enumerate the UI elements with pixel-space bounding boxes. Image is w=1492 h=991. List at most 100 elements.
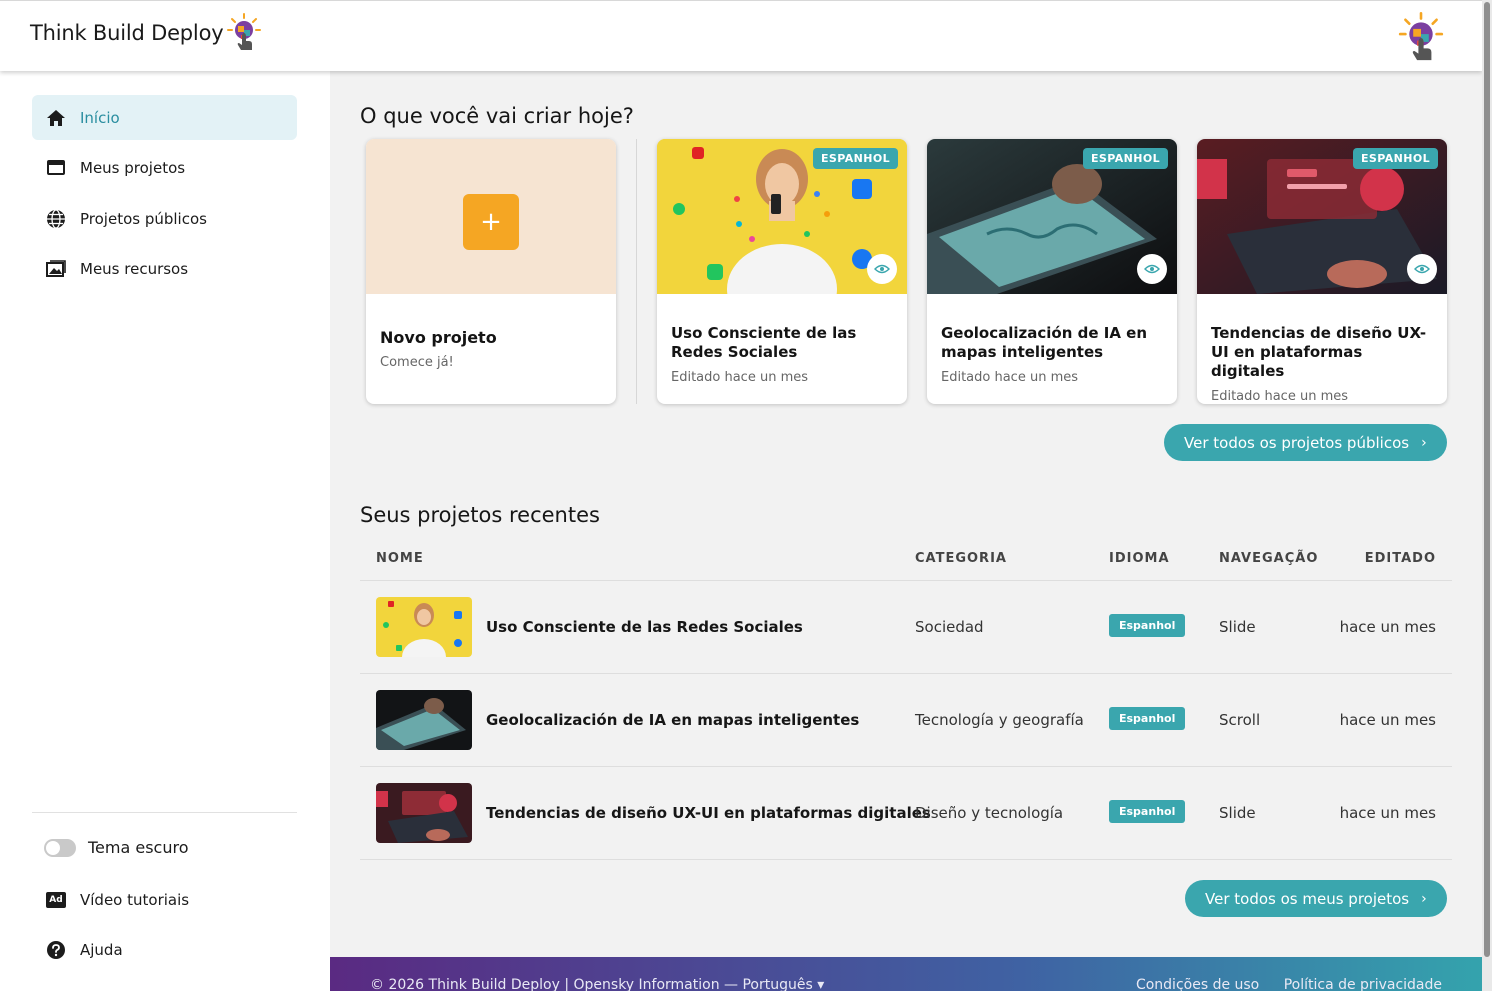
cards-divider xyxy=(636,139,637,404)
row-thumbnail xyxy=(376,597,472,657)
brand[interactable]: Think Build Deploy xyxy=(30,13,262,53)
sidebar-divider xyxy=(32,812,297,813)
table-row[interactable]: Geolocalización de IA en mapas inteligen… xyxy=(360,674,1452,767)
home-icon xyxy=(46,108,66,128)
top-header: Think Build Deploy xyxy=(0,0,1482,71)
language-selector-label: Português xyxy=(742,977,813,991)
brand-name: Think Build Deploy xyxy=(30,21,224,45)
caret-down-icon: ▾ xyxy=(817,977,825,991)
see-all-my-projects-button[interactable]: Ver todos os meus projetos › xyxy=(1185,880,1447,917)
footer-copyright: © 2026 Think Build Deploy | Opensky Info… xyxy=(370,977,824,991)
row-language-badge: Espanhol xyxy=(1109,800,1186,823)
row-edited: hace un mes xyxy=(1339,711,1436,729)
row-thumbnail xyxy=(376,690,472,750)
recent-projects-table: NOME CATEGORIA IDIOMA NAVEGAÇÃO EDITADO … xyxy=(360,537,1452,860)
project-thumbnail: ESPANHOL xyxy=(1197,139,1447,294)
language-badge: ESPANHOL xyxy=(1353,148,1438,169)
column-header-category[interactable]: CATEGORIA xyxy=(915,551,1007,566)
card-title: Geolocalización de IA en mapas inteligen… xyxy=(941,324,1148,361)
help-icon xyxy=(46,940,66,960)
sidebar: Início Meus projetos Projetos públicos M… xyxy=(0,71,330,991)
sidebar-item-label: Meus recursos xyxy=(80,259,189,278)
row-navigation: Slide xyxy=(1219,804,1256,822)
video-ad-icon-text: Ad xyxy=(46,891,66,908)
language-badge: ESPANHOL xyxy=(1083,148,1168,169)
copyright-text: © 2026 Think Build Deploy | Opensky Info… xyxy=(370,977,739,991)
row-navigation: Slide xyxy=(1219,618,1256,636)
column-header-navigation[interactable]: NAVEGAÇÃO xyxy=(1219,551,1318,566)
page-scrollbar[interactable] xyxy=(1482,0,1492,991)
project-card[interactable]: ESPANHOL Tendencias de diseño UX-UI en p… xyxy=(1197,139,1447,404)
sidebar-item-video-tutoriais[interactable]: Ad Vídeo tutoriais xyxy=(32,877,297,922)
card-title: Uso Consciente de las Redes Sociales xyxy=(671,324,857,361)
project-thumbnail: ESPANHOL xyxy=(657,139,907,294)
sidebar-item-meus-projetos[interactable]: Meus projetos xyxy=(32,145,297,190)
row-edited: hace un mes xyxy=(1339,804,1436,822)
row-category: Diseño y tecnología xyxy=(915,804,1064,822)
row-language-badge: Espanhol xyxy=(1109,707,1186,730)
sidebar-item-inicio[interactable]: Início xyxy=(32,95,297,140)
table-row[interactable]: Tendencias de diseño UX-UI en plataforma… xyxy=(360,767,1452,860)
lightbulb-logo-icon xyxy=(227,13,262,53)
video-ad-icon: Ad xyxy=(46,890,66,910)
eye-icon[interactable] xyxy=(867,254,897,284)
dark-theme-toggle[interactable]: Tema escuro xyxy=(32,825,297,870)
row-category: Sociedad xyxy=(915,618,984,636)
window-icon xyxy=(46,158,66,178)
card-subtitle: Comece já! xyxy=(380,355,454,370)
language-selector[interactable]: Português ▾ xyxy=(742,977,824,991)
sidebar-item-label: Projetos públicos xyxy=(80,209,207,228)
terms-link[interactable]: Condições de uso xyxy=(1136,977,1259,991)
sidebar-item-ajuda[interactable]: Ajuda xyxy=(32,927,297,972)
eye-icon[interactable] xyxy=(1137,254,1167,284)
main-content: O que você vai criar hoje? + Novo projet… xyxy=(330,71,1482,957)
dark-theme-label: Tema escuro xyxy=(88,838,189,857)
plus-button[interactable]: + xyxy=(463,194,519,250)
button-label: Ver todos os meus projetos xyxy=(1205,889,1410,908)
row-edited: hace un mes xyxy=(1339,618,1436,636)
row-name[interactable]: Tendencias de diseño UX-UI en plataforma… xyxy=(486,804,931,822)
create-title: O que você vai criar hoje? xyxy=(360,104,634,128)
sidebar-item-meus-recursos[interactable]: Meus recursos xyxy=(32,246,297,291)
column-header-edited[interactable]: EDITADO xyxy=(1365,551,1436,566)
row-navigation: Scroll xyxy=(1219,711,1261,729)
language-badge: ESPANHOL xyxy=(813,148,898,169)
button-label: Ver todos os projetos públicos xyxy=(1184,433,1410,452)
project-thumbnail: ESPANHOL xyxy=(927,139,1177,294)
card-subtitle: Editado hace un mes xyxy=(941,370,1079,385)
card-subtitle: Editado hace un mes xyxy=(1211,389,1349,404)
card-title: Novo projeto xyxy=(380,328,497,347)
row-category: Tecnología y geografía xyxy=(915,711,1084,729)
chevron-right-icon: › xyxy=(1421,434,1427,451)
toggle-switch[interactable] xyxy=(44,838,76,857)
new-project-thumb: + xyxy=(366,139,616,294)
eye-icon[interactable] xyxy=(1407,254,1437,284)
card-subtitle: Editado hace un mes xyxy=(671,370,809,385)
row-language-badge: Espanhol xyxy=(1109,614,1186,637)
new-project-card[interactable]: + Novo projeto Comece já! xyxy=(366,139,616,404)
sidebar-item-label: Início xyxy=(80,108,120,127)
column-header-name[interactable]: NOME xyxy=(376,551,424,566)
globe-icon xyxy=(46,208,66,229)
sidebar-item-label: Vídeo tutoriais xyxy=(80,890,190,909)
footer: © 2026 Think Build Deploy | Opensky Info… xyxy=(330,957,1482,991)
row-name[interactable]: Uso Consciente de las Redes Sociales xyxy=(486,618,803,636)
header-logo-icon[interactable] xyxy=(1398,12,1444,64)
column-header-language[interactable]: IDIOMA xyxy=(1109,551,1170,566)
project-card[interactable]: ESPANHOL Geolocalización de IA en mapas … xyxy=(927,139,1177,404)
row-name[interactable]: Geolocalización de IA en mapas inteligen… xyxy=(486,711,859,729)
project-card[interactable]: ESPANHOL Uso Consciente de las Redes Soc… xyxy=(657,139,907,404)
privacy-link[interactable]: Política de privacidade xyxy=(1284,977,1442,991)
image-icon xyxy=(46,259,66,279)
footer-links: Condições de uso Política de privacidade xyxy=(1116,977,1442,991)
sidebar-item-label: Meus projetos xyxy=(80,158,186,177)
sidebar-item-label: Ajuda xyxy=(80,940,123,959)
table-header: NOME CATEGORIA IDIOMA NAVEGAÇÃO EDITADO xyxy=(360,537,1452,581)
row-thumbnail xyxy=(376,783,472,843)
scrollbar-thumb[interactable] xyxy=(1484,2,1490,957)
chevron-right-icon: › xyxy=(1421,890,1427,907)
table-row[interactable]: Uso Consciente de las Redes Sociales Soc… xyxy=(360,581,1452,674)
sidebar-item-projetos-publicos[interactable]: Projetos públicos xyxy=(32,196,297,241)
see-all-public-projects-button[interactable]: Ver todos os projetos públicos › xyxy=(1164,424,1447,461)
card-title: Tendencias de diseño UX-UI en plataforma… xyxy=(1211,324,1427,380)
